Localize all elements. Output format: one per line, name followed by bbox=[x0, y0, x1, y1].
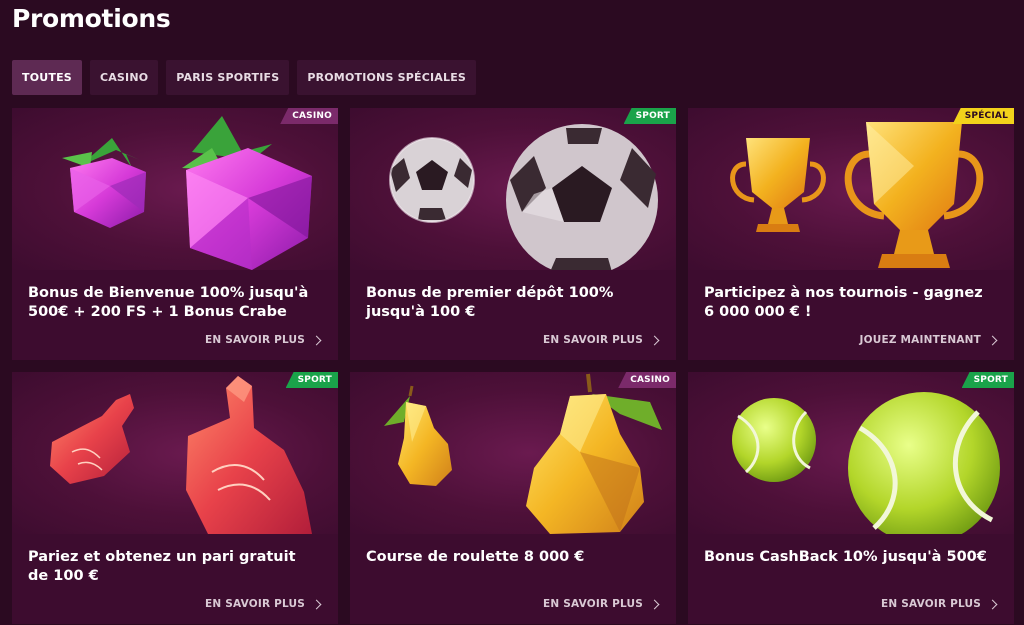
link-label: EN SAVOIR PLUS bbox=[204, 598, 305, 610]
trophy-icon bbox=[730, 122, 984, 268]
chevron-right-icon bbox=[649, 599, 660, 609]
promo-title: Bonus de premier dépôt 100% jusqu'à 100 … bbox=[366, 285, 614, 320]
promo-title: Bonus de Bienvenue 100% jusqu'à 500€ + 2… bbox=[28, 285, 309, 320]
promo-card-first-deposit[interactable]: SPORT Bonus de premier dépôt 100% jusqu'… bbox=[350, 108, 676, 360]
category-badge: SPORT bbox=[285, 372, 338, 388]
promo-card-cashback[interactable]: SPORT Bonus CashBack 10% jusqu'à 500€ EN… bbox=[688, 372, 1014, 624]
promotions-grid: CASINO Bonus de Bienvenue 100% jusqu'à 5… bbox=[12, 108, 1014, 624]
tab-casino[interactable]: CASINO bbox=[89, 60, 159, 95]
promo-title: Bonus CashBack 10% jusqu'à 500€ bbox=[704, 549, 987, 565]
learn-more-link[interactable]: EN SAVOIR PLUS bbox=[880, 598, 998, 610]
promo-card-free-bet[interactable]: SPORT Pariez et obtenez un pari gratuit … bbox=[12, 372, 338, 624]
promo-card-tournaments[interactable]: SPÉCIAL Participez à nos tournois - gagn… bbox=[688, 108, 1014, 360]
category-badge: SPORT bbox=[961, 372, 1014, 388]
pear-icon bbox=[384, 373, 662, 534]
category-badge: SPORT bbox=[623, 108, 676, 124]
tab-special-promotions[interactable]: PROMOTIONS SPÉCIALES bbox=[297, 60, 477, 95]
tab-all[interactable]: TOUTES bbox=[12, 60, 82, 95]
promo-card-welcome-bonus[interactable]: CASINO Bonus de Bienvenue 100% jusqu'à 5… bbox=[12, 108, 338, 360]
learn-more-link[interactable]: EN SAVOIR PLUS bbox=[542, 598, 660, 610]
soccer-ball-icon bbox=[389, 124, 658, 270]
play-now-link[interactable]: JOUEZ MAINTENANT bbox=[859, 334, 998, 346]
promo-card-image: SPORT bbox=[12, 372, 338, 534]
link-label: JOUEZ MAINTENANT bbox=[859, 334, 981, 346]
promo-card-image: CASINO bbox=[12, 108, 338, 270]
link-label: EN SAVOIR PLUS bbox=[880, 598, 981, 610]
promo-title: Participez à nos tournois - gagnez 6 000… bbox=[704, 285, 983, 320]
tab-sports-betting[interactable]: PARIS SPORTIFS bbox=[166, 60, 290, 95]
raspberry-icon bbox=[62, 116, 312, 270]
chevron-right-icon bbox=[987, 599, 998, 609]
category-badge: SPÉCIAL bbox=[952, 108, 1014, 124]
promo-card-image: CASINO bbox=[350, 372, 676, 534]
promo-card-image: SPORT bbox=[350, 108, 676, 270]
foam-finger-icon bbox=[50, 376, 312, 534]
tennis-ball-icon bbox=[732, 392, 1000, 534]
chevron-right-icon bbox=[987, 335, 998, 345]
promo-title: Course de roulette 8 000 € bbox=[366, 549, 585, 565]
filter-tabs: TOUTES CASINO PARIS SPORTIFS PROMOTIONS … bbox=[12, 60, 477, 95]
learn-more-link[interactable]: EN SAVOIR PLUS bbox=[542, 334, 660, 346]
link-label: EN SAVOIR PLUS bbox=[204, 334, 305, 346]
promo-card-image: SPÉCIAL bbox=[688, 108, 1014, 270]
promo-card-image: SPORT bbox=[688, 372, 1014, 534]
chevron-right-icon bbox=[311, 599, 322, 609]
category-badge: CASINO bbox=[280, 108, 338, 124]
link-label: EN SAVOIR PLUS bbox=[542, 598, 643, 610]
learn-more-link[interactable]: EN SAVOIR PLUS bbox=[204, 598, 322, 610]
page-title: Promotions bbox=[12, 4, 171, 33]
link-label: EN SAVOIR PLUS bbox=[542, 334, 643, 346]
chevron-right-icon bbox=[311, 335, 322, 345]
chevron-right-icon bbox=[649, 335, 660, 345]
promo-title: Pariez et obtenez un pari gratuit de 100… bbox=[28, 549, 296, 584]
promo-card-roulette-race[interactable]: CASINO Course de roulette 8 000 € EN SAV… bbox=[350, 372, 676, 624]
learn-more-link[interactable]: EN SAVOIR PLUS bbox=[204, 334, 322, 346]
category-badge: CASINO bbox=[618, 372, 676, 388]
